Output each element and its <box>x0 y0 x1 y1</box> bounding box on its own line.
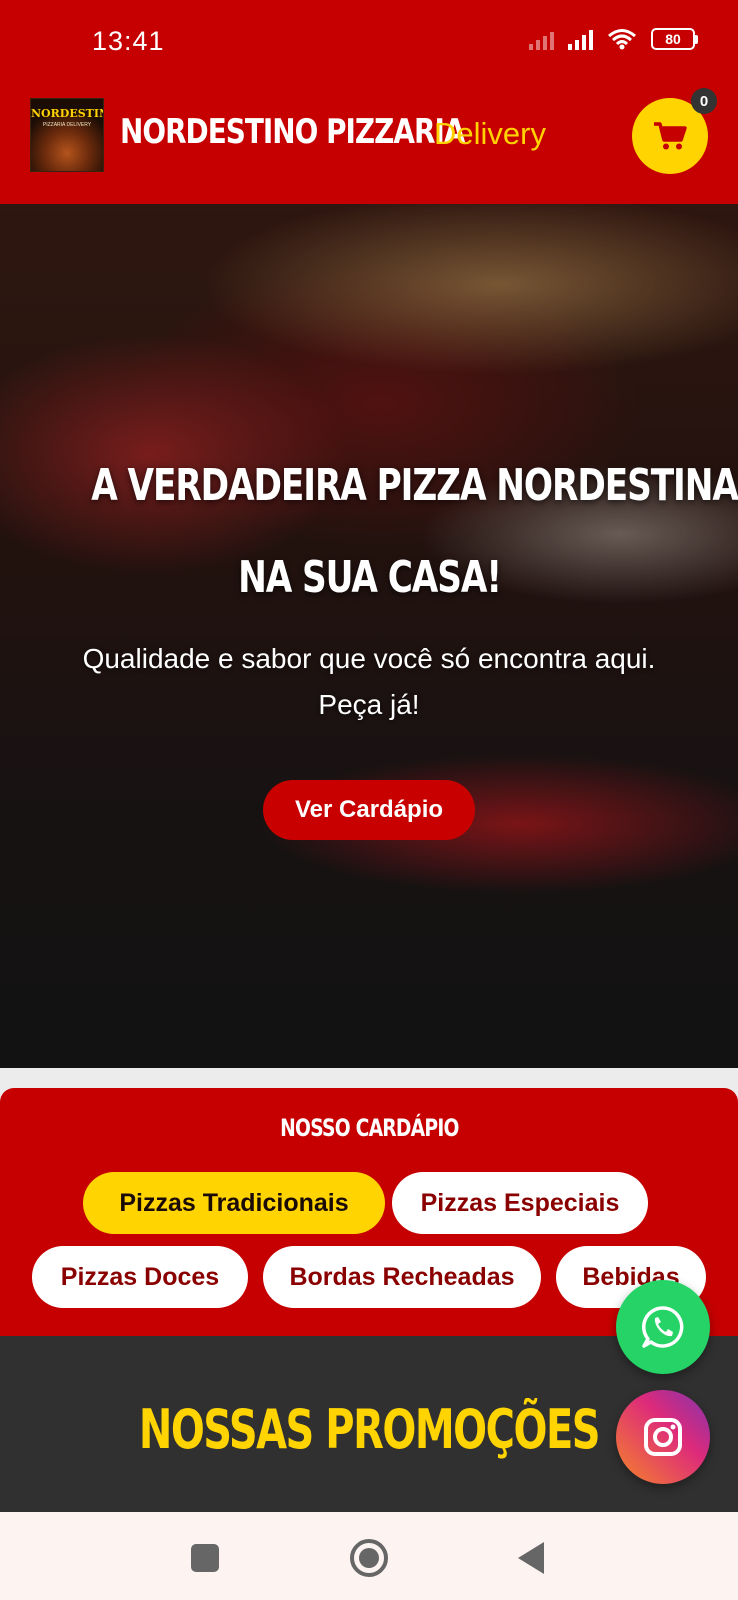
hero-banner: A VERDADEIRA PIZZA NORDESTINA NA SUA CAS… <box>0 204 738 1068</box>
brand-logo[interactable]: NORDESTINO PIZZARIA DELIVERY <box>30 98 104 172</box>
hero-title: A VERDADEIRA PIZZA NORDESTINA NA SUA CAS… <box>0 440 738 624</box>
instagram-button[interactable] <box>616 1390 710 1484</box>
category-pizzas-doces[interactable]: Pizzas Doces <box>32 1246 248 1308</box>
shopping-cart-icon <box>654 122 687 150</box>
menu-title: NOSSO CARDÁPIO <box>0 1114 738 1142</box>
cart-count-badge: 0 <box>691 88 717 114</box>
hero-subtitle-line2: Peça já! <box>318 689 420 720</box>
promotions-title-text: NOSSAS PROMOÇÕES <box>138 1398 601 1461</box>
whatsapp-button[interactable] <box>616 1280 710 1374</box>
category-pizzas-especiais[interactable]: Pizzas Especiais <box>392 1172 648 1234</box>
back-button[interactable] <box>518 1542 544 1574</box>
home-circle-icon <box>359 1548 379 1568</box>
menu-title-text: NOSSO CARDÁPIO <box>279 1114 459 1142</box>
view-menu-button[interactable]: Ver Cardápio <box>263 780 475 840</box>
instagram-icon <box>644 1418 682 1456</box>
logo-subtext: PIZZARIA DELIVERY <box>42 122 92 128</box>
hero-title-line1: A VERDADEIRA PIZZA NORDESTINA <box>91 460 738 511</box>
hero-subtitle: Qualidade e sabor que você só encontra a… <box>0 636 738 728</box>
category-bordas-recheadas[interactable]: Bordas Recheadas <box>263 1246 541 1308</box>
battery-icon: 80 <box>651 28 698 50</box>
status-icons: 80 <box>529 28 698 50</box>
status-bar: 13:41 80 <box>0 0 738 88</box>
hero-title-line2: NA SUA CASA! <box>237 552 502 603</box>
system-nav-bar <box>0 1512 738 1600</box>
brand-tagline: Delivery <box>434 116 546 151</box>
site-header: NORDESTINO PIZZARIA DELIVERY NORDESTINO … <box>0 88 738 204</box>
hero-subtitle-line1: Qualidade e sabor que você só encontra a… <box>82 643 656 674</box>
category-pizzas-tradicionais[interactable]: Pizzas Tradicionais <box>83 1172 385 1234</box>
wifi-icon <box>608 29 636 50</box>
mobile-signal-2-icon <box>568 28 593 50</box>
battery-level: 80 <box>665 31 681 47</box>
status-time: 13:41 <box>92 26 165 56</box>
recent-apps-button[interactable] <box>191 1544 219 1572</box>
mobile-signal-1-icon <box>529 28 554 50</box>
logo-text: NORDESTINO <box>31 107 103 120</box>
home-button[interactable] <box>350 1539 388 1577</box>
whatsapp-icon <box>642 1306 684 1348</box>
brand-name: NORDESTINO PIZZARIA <box>120 112 465 152</box>
